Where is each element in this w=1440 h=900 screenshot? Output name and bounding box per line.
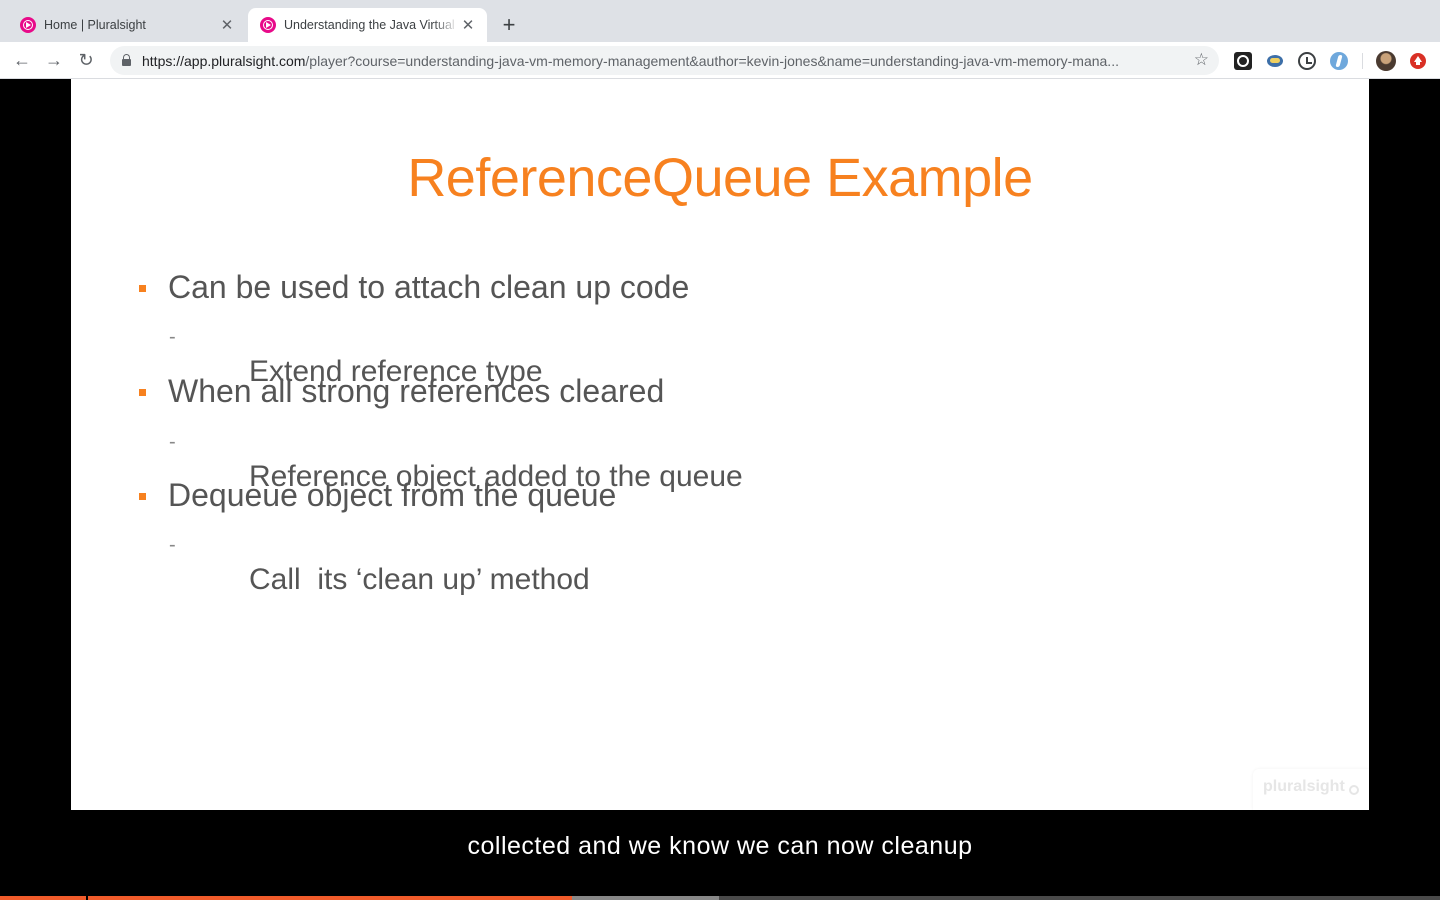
extension-icon[interactable] — [1234, 52, 1252, 70]
pluralsight-favicon-icon — [260, 17, 276, 33]
new-tab-button[interactable]: + — [496, 12, 522, 38]
bullet-marker — [139, 493, 146, 500]
dash-marker: - — [169, 326, 176, 348]
slide-title: ReferenceQueue Example — [407, 148, 1033, 208]
extension-icon[interactable] — [1266, 52, 1284, 70]
toolbar-divider — [1362, 53, 1363, 69]
arrow-left-icon: ← — [13, 49, 31, 70]
address-bar[interactable]: https://app.pluralsight.com/player?cours… — [110, 46, 1219, 75]
extension-icon[interactable] — [1330, 52, 1348, 70]
close-icon[interactable]: ✕ — [218, 16, 236, 34]
browser-toolbar: ← → ↻ https://app.pluralsight.com/player… — [0, 42, 1440, 79]
tab-course-player[interactable]: Understanding the Java Virtual Machine: … — [248, 8, 487, 42]
tab-strip: Home | Pluralsight ✕ Understanding the J… — [0, 0, 1440, 42]
video-player[interactable]: ReferenceQueue Example Can be used to at… — [0, 79, 1440, 900]
arrow-right-icon: → — [45, 49, 63, 70]
plus-icon: + — [502, 12, 516, 37]
reload-button[interactable]: ↻ — [73, 47, 99, 73]
slide-bullet: Dequeue object from the queue — [139, 477, 616, 514]
slide: ReferenceQueue Example Can be used to at… — [71, 79, 1369, 810]
chapter-marker — [86, 896, 88, 900]
slide-bullet: When all strong references cleared — [139, 373, 664, 410]
pluralsight-watermark: pluralsight — [1253, 769, 1369, 810]
reload-icon: ↻ — [78, 49, 94, 70]
progress-bar[interactable] — [0, 896, 1440, 900]
dash-marker: - — [169, 534, 176, 556]
slide-bullet: Can be used to attach clean up code — [139, 269, 689, 306]
bullet-marker — [139, 389, 146, 396]
url-text: https://app.pluralsight.com/player?cours… — [142, 53, 1119, 69]
dash-marker: - — [169, 431, 176, 453]
star-icon[interactable]: ☆ — [1194, 50, 1209, 70]
tab-home[interactable]: Home | Pluralsight ✕ — [8, 8, 246, 42]
tab-title: Understanding the Java Virtual Machine: … — [284, 18, 459, 32]
pluralsight-favicon-icon — [20, 17, 36, 33]
video-caption: collected and we know we can now cleanup — [467, 832, 973, 860]
lock-icon — [122, 54, 131, 66]
slide-sub-bullet: - Call its ‘clean up’ method — [169, 534, 590, 596]
clock-icon[interactable] — [1298, 52, 1316, 70]
update-icon[interactable] — [1410, 53, 1426, 69]
close-icon[interactable]: ✕ — [459, 16, 477, 34]
pluralsight-logo-icon — [1349, 785, 1359, 795]
avatar[interactable] — [1376, 51, 1396, 71]
tab-title: Home | Pluralsight — [44, 18, 146, 32]
forward-button[interactable]: → — [41, 47, 67, 73]
back-button[interactable]: ← — [9, 47, 35, 73]
bullet-marker — [139, 285, 146, 292]
